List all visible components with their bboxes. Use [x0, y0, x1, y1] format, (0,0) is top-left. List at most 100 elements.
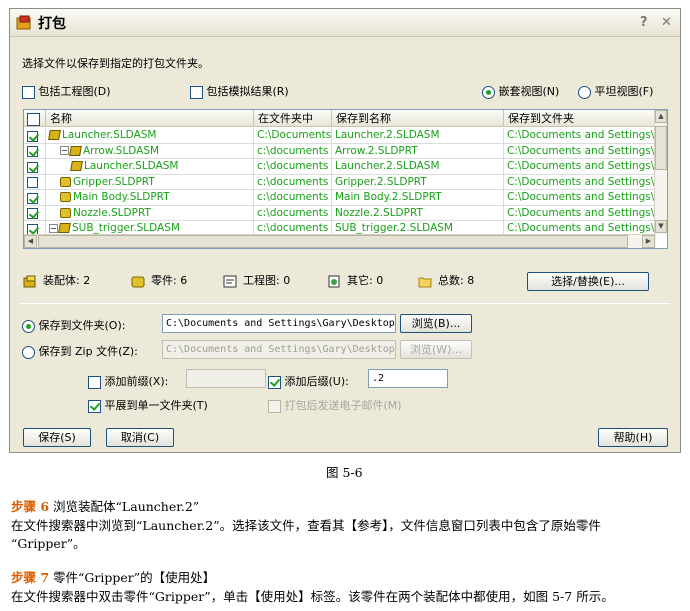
row-save-folder: C:\Documents and Settings\Gary\ [504, 205, 656, 221]
suffix-input[interactable]: .2 [368, 369, 448, 388]
other-file-icon [328, 275, 340, 287]
email-label: 打包后发送电子邮件(M) [284, 399, 402, 412]
close-icon[interactable]: ✕ [661, 15, 672, 30]
row-name-cell: Main Body.SLDPRT [46, 190, 254, 205]
flatten-checkbox[interactable] [88, 399, 101, 413]
add-suffix-option[interactable]: 添加后缀(U): [268, 373, 349, 389]
row-save-name: Nozzle.2.SLDPRT [332, 205, 504, 221]
include-drawings-option[interactable]: 包括工程图(D) [22, 83, 111, 99]
file-list-grid[interactable]: 名称 在文件夹中 保存到名称 保存到文件夹 Launcher.SLDASM C:\… [23, 109, 668, 249]
flat-view-radio[interactable] [578, 85, 591, 99]
add-suffix-checkbox[interactable] [268, 375, 281, 389]
nested-view-label: 嵌套视图(N) [498, 85, 560, 98]
row-name: Main Body.SLDPRT [73, 191, 170, 203]
row-checkbox[interactable] [27, 130, 38, 142]
instruction-text: 选择文件以保存到指定的打包文件夹。 [22, 57, 209, 70]
horizontal-scrollbar[interactable]: ◀ ▶ [24, 234, 656, 248]
table-row[interactable]: Launcher.SLDASM c:\documents a Launcher.2.… [24, 159, 656, 175]
include-sim-checkbox[interactable] [190, 85, 203, 99]
include-sim-option[interactable]: 包括模拟结果(R) [190, 83, 289, 99]
row-checkbox-cell[interactable] [24, 143, 46, 159]
row-checkbox-cell[interactable] [24, 205, 46, 221]
flatten-option[interactable]: 平展到单一文件夹(T) [88, 397, 208, 413]
email-checkbox[interactable] [268, 399, 281, 413]
row-name: Gripper.SLDPRT [73, 175, 155, 188]
cancel-button[interactable]: 取消(C) [106, 428, 174, 447]
row-checkbox[interactable] [27, 192, 38, 204]
help-question-button[interactable]: ? [640, 15, 648, 30]
row-checkbox-cell[interactable] [24, 174, 46, 190]
save-to-folder-radio[interactable] [22, 319, 35, 333]
save-folder-path-input[interactable]: C:\Documents and Settings\Gary\Desktop\ [162, 314, 396, 333]
collapse-icon[interactable]: − [60, 146, 69, 155]
scroll-left-icon[interactable]: ◀ [24, 235, 37, 248]
pack-and-go-dialog: 打包 ? ✕ 选择文件以保存到指定的打包文件夹。 包括工程图(D) 包括模拟结果… [9, 8, 681, 453]
prefix-input[interactable] [186, 369, 266, 388]
row-checkbox[interactable] [27, 161, 38, 173]
step6-body-continued: “Gripper”。 [11, 536, 86, 551]
scroll-up-icon[interactable]: ▲ [655, 110, 667, 123]
save-to-zip-radio[interactable] [22, 345, 35, 359]
include-drawings-checkbox[interactable] [22, 85, 35, 99]
save-to-zip-label: 保存到 Zip 文件(Z): [38, 345, 138, 358]
total-count: 总数: 8 [418, 272, 474, 288]
row-name: Launcher.SLDASM [84, 160, 179, 172]
folder-icon [418, 277, 432, 287]
step7-heading: 步骤 7 零件“Gripper”的【使用处】 [11, 567, 215, 586]
assembly-icon [48, 130, 61, 140]
row-checkbox[interactable] [27, 208, 38, 219]
scroll-thumb[interactable] [655, 126, 667, 170]
save-zip-path-input[interactable]: C:\Documents and Settings\Gary\Desktop\ [162, 340, 396, 359]
column-header-save-folder[interactable]: 保存到文件夹 [504, 110, 656, 127]
step6-body: 在文件搜索器中浏览到“Launcher.2”。选择该文件，查看其【参考】，文件信… [11, 518, 601, 533]
flat-view-option[interactable]: 平坦视图(F) [578, 83, 653, 99]
save-to-folder-option[interactable]: 保存到文件夹(O): [22, 317, 125, 333]
browse-folder-button[interactable]: 浏览(B)... [400, 314, 472, 333]
table-row[interactable]: Launcher.SLDASM C:\Documents aLauncher.2.… [24, 128, 656, 144]
step7-body: 在文件搜索器中双击零件“Gripper”，单击【使用处】标签。该零件在两个装配体… [11, 589, 614, 604]
scroll-right-icon[interactable]: ▶ [642, 235, 655, 248]
browse-zip-button[interactable]: 浏览(W)... [400, 340, 472, 359]
add-prefix-label: 添加前缀(X): [104, 375, 169, 388]
flat-view-label: 平坦视图(F) [594, 85, 654, 98]
row-folder: C:\Documents a [254, 128, 332, 143]
solidworks-logo-icon [16, 15, 31, 29]
help-button[interactable]: 帮助(H) [598, 428, 668, 447]
row-checkbox-cell[interactable] [24, 128, 46, 143]
column-header-in-folder[interactable]: 在文件夹中 [254, 110, 332, 127]
save-button[interactable]: 保存(S) [23, 428, 91, 447]
assemblies-count-label: 装配体: 2 [43, 274, 91, 287]
hscroll-thumb[interactable] [38, 235, 628, 248]
select-replace-button[interactable]: 选择/替换(E)... [527, 272, 649, 291]
row-save-name: Arrow.2.SLDPRT [332, 143, 504, 159]
table-row[interactable]: Main Body.SLDPRT c:\documents a Main Body.… [24, 190, 656, 206]
table-row[interactable]: Gripper.SLDPRT c:\documents a Gripper.2.SL… [24, 174, 656, 190]
row-save-folder: C:\Documents and Settings\Gary\ [504, 159, 656, 174]
table-row[interactable]: − Arrow.SLDASM c:\documents a Arrow.2.SLDPR… [24, 143, 656, 159]
row-folder: c:\documents a [254, 190, 332, 205]
row-checkbox[interactable] [27, 177, 38, 188]
table-row[interactable]: Nozzle.SLDPRT c:\documents a Nozzle.2.SLDP… [24, 205, 656, 221]
row-checkbox-cell[interactable] [24, 190, 46, 205]
row-checkbox-cell[interactable] [24, 159, 46, 174]
drawings-count: 工程图: 0 [223, 272, 290, 288]
part-icon [60, 176, 71, 187]
flatten-label: 平展到单一文件夹(T) [104, 399, 208, 412]
column-header-save-name[interactable]: 保存到名称 [332, 110, 504, 127]
nested-view-radio[interactable] [482, 85, 495, 99]
select-all-cell[interactable] [24, 110, 46, 127]
column-header-name[interactable]: 名称 [46, 110, 254, 127]
nested-view-option[interactable]: 嵌套视图(N) [482, 83, 559, 99]
collapse-icon[interactable]: − [49, 223, 58, 233]
vertical-scrollbar[interactable]: ▲ ▼ [654, 110, 667, 234]
add-prefix-checkbox[interactable] [88, 375, 101, 389]
row-folder: c:\documents a [254, 159, 332, 174]
row-checkbox[interactable] [27, 146, 38, 157]
scroll-down-icon[interactable]: ▼ [655, 220, 667, 233]
save-to-zip-option[interactable]: 保存到 Zip 文件(Z): [22, 343, 138, 359]
select-all-checkbox[interactable] [27, 113, 40, 126]
add-prefix-option[interactable]: 添加前缀(X): [88, 373, 168, 389]
email-option[interactable]: 打包后发送电子邮件(M) [268, 397, 402, 413]
row-name-cell: Launcher.SLDASM [46, 128, 254, 143]
row-checkbox[interactable] [27, 223, 38, 235]
